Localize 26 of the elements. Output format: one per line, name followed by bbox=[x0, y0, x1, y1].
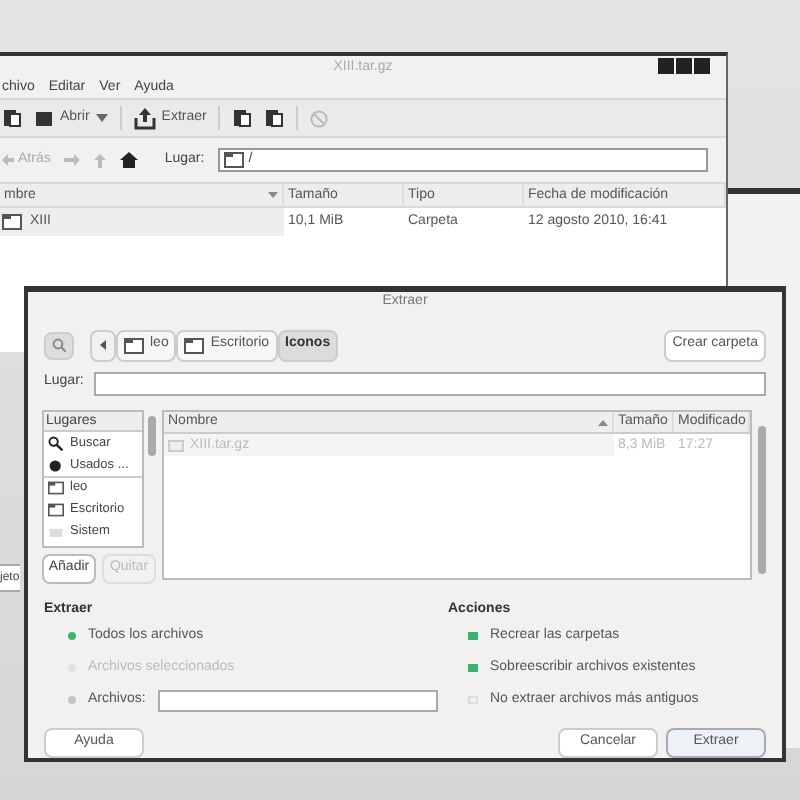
copy-icon[interactable] bbox=[2, 108, 22, 128]
right-arrow-icon[interactable] bbox=[64, 154, 81, 166]
archive-icon bbox=[168, 437, 184, 453]
disc-icon bbox=[48, 457, 64, 473]
search-icon bbox=[48, 435, 64, 451]
scrollbar-thumb[interactable] bbox=[758, 426, 766, 574]
left-arrow-icon bbox=[2, 154, 14, 166]
radio-button[interactable] bbox=[68, 696, 76, 704]
search-icon bbox=[52, 338, 66, 352]
left-triangle-icon bbox=[100, 340, 106, 350]
upload-box-icon bbox=[133, 107, 156, 129]
caret-icon bbox=[95, 114, 108, 122]
location-field[interactable] bbox=[93, 371, 766, 395]
checkbox[interactable] bbox=[468, 632, 478, 640]
copy-icon[interactable] bbox=[264, 108, 285, 128]
home-icon[interactable] bbox=[120, 152, 139, 168]
drive-icon bbox=[48, 523, 64, 539]
checkbox[interactable] bbox=[468, 664, 478, 672]
search-button[interactable] bbox=[44, 331, 74, 359]
scrollbar-thumb[interactable] bbox=[148, 416, 156, 456]
copy-icon[interactable] bbox=[232, 108, 253, 128]
sort-down-icon bbox=[268, 192, 278, 198]
up-arrow-icon[interactable] bbox=[94, 153, 107, 167]
radio-button[interactable] bbox=[68, 632, 76, 640]
sort-up-icon bbox=[598, 419, 608, 425]
file-pattern-field[interactable] bbox=[157, 689, 438, 711]
